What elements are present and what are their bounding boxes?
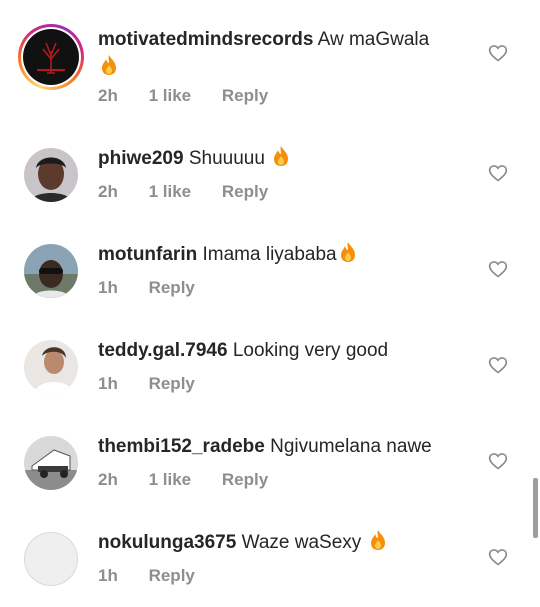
avatar[interactable] (24, 148, 78, 202)
record-label-logo-icon (23, 29, 79, 85)
user-photo-icon (24, 244, 78, 298)
user-photo-icon (24, 148, 78, 202)
like-heart-icon[interactable] (488, 163, 508, 183)
like-heart-icon[interactable] (488, 259, 508, 279)
comment-username[interactable]: teddy.gal.7946 (98, 340, 228, 361)
comment-text: Shuuuuu (188, 148, 265, 169)
scrollbar-thumb[interactable] (533, 478, 538, 538)
avatar[interactable] (23, 29, 79, 85)
comment-text: Imama liyababa (202, 244, 337, 265)
comment-likes[interactable]: 1 like (149, 86, 192, 105)
avatar[interactable] (24, 436, 78, 490)
comment-likes[interactable]: 1 like (149, 182, 192, 201)
like-heart-icon[interactable] (488, 451, 508, 471)
comment-time: 1h (98, 566, 118, 585)
default-avatar-icon (24, 532, 78, 586)
user-photo-icon (24, 340, 78, 394)
comment-username[interactable]: phiwe209 (98, 148, 184, 169)
comment-time: 1h (98, 374, 118, 393)
comment-text: Waze waSexy (241, 532, 362, 553)
like-heart-icon[interactable] (488, 547, 508, 567)
comment-text: Aw maGwala (317, 29, 430, 50)
comment-text: Looking very good (232, 340, 389, 361)
fire-emoji-icon (272, 145, 290, 167)
comment-username[interactable]: thembi152_radebe (98, 436, 265, 457)
fire-emoji-icon (369, 529, 387, 551)
user-photo-icon (24, 436, 78, 490)
reply-button[interactable]: Reply (149, 374, 195, 393)
comment-username[interactable]: nokulunga3675 (98, 532, 236, 553)
like-heart-icon[interactable] (488, 43, 508, 63)
comment-text: Ngivumelana nawe (270, 436, 432, 457)
reply-button[interactable]: Reply (149, 566, 195, 585)
avatar[interactable] (24, 340, 78, 394)
comment-time: 2h (98, 182, 118, 201)
comment-likes[interactable]: 1 like (149, 470, 192, 489)
avatar[interactable] (24, 532, 78, 586)
fire-emoji-icon (100, 54, 118, 76)
fire-emoji-icon (339, 241, 357, 263)
comment-username[interactable]: motunfarin (98, 244, 197, 265)
reply-button[interactable]: Reply (222, 470, 268, 489)
reply-button[interactable]: Reply (222, 86, 268, 105)
comment-time: 2h (98, 86, 118, 105)
reply-button[interactable]: Reply (222, 182, 268, 201)
comment-time: 2h (98, 470, 118, 489)
comment-username[interactable]: motivatedmindsrecords (98, 29, 313, 50)
avatar[interactable] (24, 244, 78, 298)
reply-button[interactable]: Reply (149, 278, 195, 297)
comment-time: 1h (98, 278, 118, 297)
like-heart-icon[interactable] (488, 355, 508, 375)
